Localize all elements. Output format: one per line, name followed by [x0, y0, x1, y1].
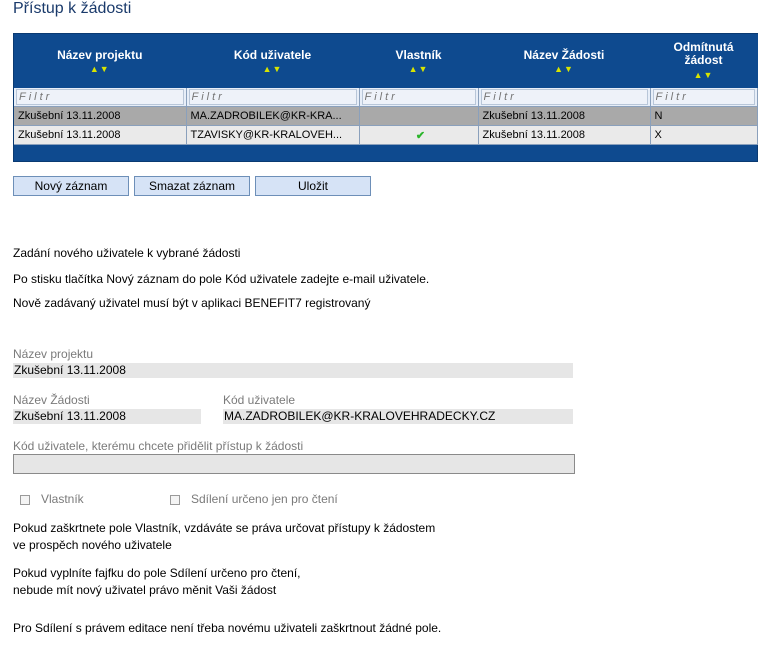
sort-arrows-icon[interactable]: ▲▼ — [651, 69, 757, 82]
column-header-user[interactable]: Kód uživatele ▲▼ — [186, 34, 360, 88]
sort-arrows-icon[interactable]: ▲▼ — [187, 64, 359, 74]
project-label: Název projektu — [13, 347, 94, 361]
request-value: Zkušební 13.11.2008 — [13, 409, 201, 424]
readonly-note-line-1: Pokud vyplníte fajfku do pole Sdílení ur… — [13, 566, 301, 580]
delete-record-button[interactable]: Smazat záznam — [134, 176, 250, 196]
filter-owner-input[interactable] — [361, 89, 476, 105]
readonly-checkbox-label: Sdílení určeno jen pro čtení — [191, 492, 338, 506]
info-line-2: Nově zadávaný uživatel musí být v aplika… — [13, 296, 371, 310]
filter-request-input[interactable] — [480, 89, 648, 105]
info-heading: Zadání nového uživatele k vybrané žádost… — [13, 246, 241, 260]
assign-user-label: Kód uživatele, kterému chcete přidělit p… — [13, 439, 304, 453]
cell-rejected: N — [650, 106, 758, 126]
readonly-checkbox[interactable] — [170, 495, 180, 505]
filter-row — [14, 88, 758, 107]
table-row[interactable]: Zkušební 13.11.2008 MA.ZADROBILEK@KR-KRA… — [14, 106, 758, 126]
owner-note-line-2: ve prospěch nového uživatele — [13, 538, 172, 552]
cell-user: MA.ZADROBILEK@KR-KRA... — [186, 106, 360, 126]
cell-rejected: X — [650, 125, 758, 145]
column-header-rejected[interactable]: Odmítnutá žádost ▲▼ — [650, 34, 758, 88]
cell-project: Zkušební 13.11.2008 — [14, 106, 187, 126]
owner-checkbox-label: Vlastník — [41, 492, 84, 506]
column-header-request[interactable]: Název Žádosti ▲▼ — [478, 34, 651, 88]
cell-user: TZAVISKY@KR-KRALOVEH... — [186, 125, 360, 145]
edit-note: Pro Sdílení s právem editace není třeba … — [13, 621, 442, 635]
sort-arrows-icon[interactable]: ▲▼ — [360, 64, 478, 74]
cell-owner — [359, 106, 479, 126]
owner-note-line-1: Pokud zaškrtnete pole Vlastník, vzdáváte… — [13, 521, 436, 535]
filter-rejected-input[interactable] — [652, 89, 755, 105]
column-header-owner[interactable]: Vlastník ▲▼ — [359, 34, 479, 88]
owner-checkbox[interactable] — [20, 495, 30, 505]
user-label: Kód uživatele — [223, 393, 296, 407]
filter-project-input[interactable] — [16, 89, 184, 105]
column-header-project[interactable]: Název projektu ▲▼ — [14, 34, 187, 88]
new-record-button[interactable]: Nový záznam — [13, 176, 129, 196]
cell-request: Zkušební 13.11.2008 — [478, 125, 651, 145]
project-value: Zkušební 13.11.2008 — [13, 363, 573, 378]
sort-arrows-icon[interactable]: ▲▼ — [479, 64, 650, 74]
access-grid: Název projektu ▲▼ Kód uživatele ▲▼ Vlastní… — [13, 33, 758, 162]
cell-project: Zkušební 13.11.2008 — [14, 125, 187, 145]
info-line-1: Po stisku tlačítka Nový záznam do pole K… — [13, 272, 430, 286]
owner-check-icon: ✔ — [359, 125, 479, 145]
page-title: Přístup k žádosti — [13, 0, 132, 17]
save-button[interactable]: Uložit — [255, 176, 371, 196]
assign-user-input[interactable] — [13, 454, 575, 474]
cell-request: Zkušební 13.11.2008 — [478, 106, 651, 126]
table-row[interactable]: Zkušební 13.11.2008 TZAVISKY@KR-KRALOVEH… — [14, 125, 758, 145]
table-header-row: Název projektu ▲▼ Kód uživatele ▲▼ Vlastní… — [14, 34, 758, 88]
filter-user-input[interactable] — [188, 89, 357, 105]
request-label: Název Žádosti — [13, 393, 90, 407]
sort-arrows-icon[interactable]: ▲▼ — [14, 64, 186, 74]
user-value: MA.ZADROBILEK@KR-KRALOVEHRADECKY.CZ — [223, 409, 573, 424]
readonly-note-line-2: nebude mít nový uživatel právo měnit Vaš… — [13, 583, 277, 597]
access-table: Název projektu ▲▼ Kód uživatele ▲▼ Vlastní… — [14, 34, 758, 145]
